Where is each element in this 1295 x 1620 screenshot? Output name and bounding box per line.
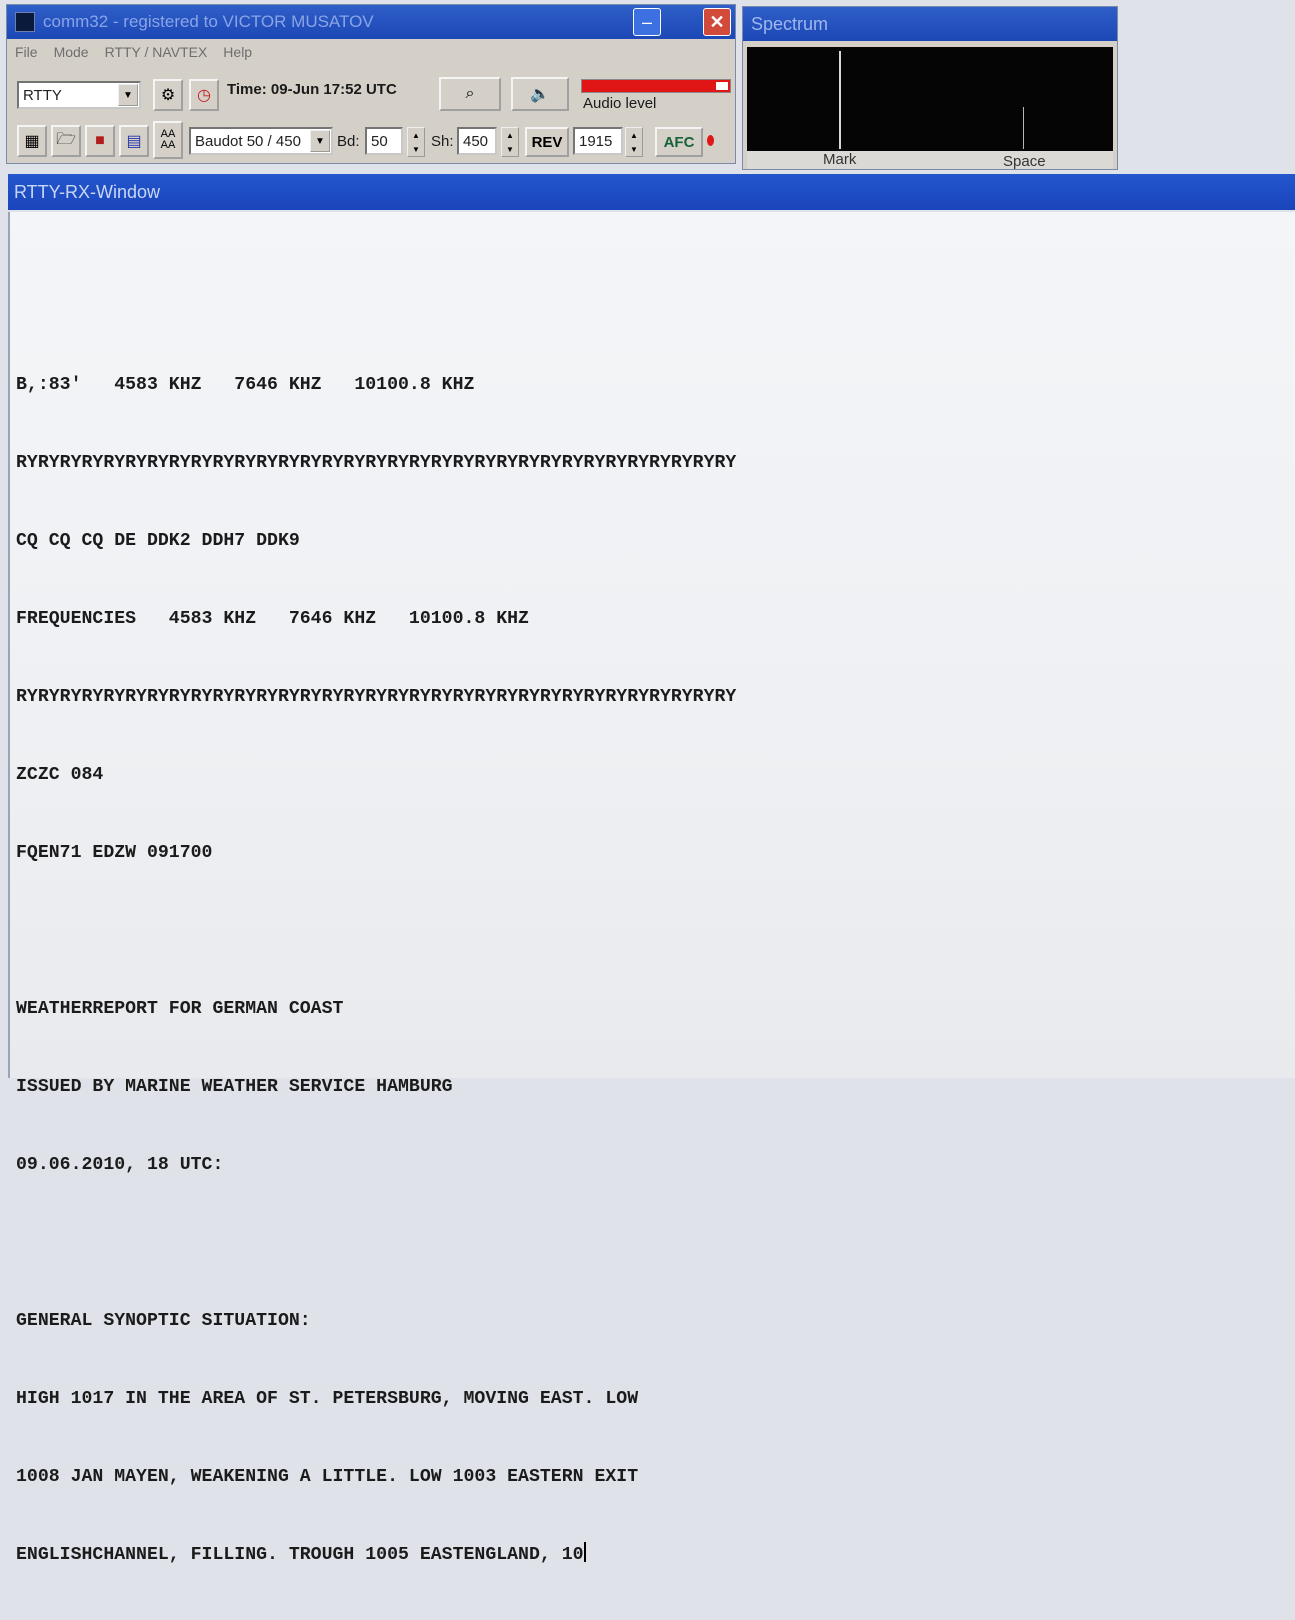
chevron-down-icon: ▼ (310, 130, 330, 152)
rx-window-title[interactable]: RTTY-RX-Window (8, 174, 1295, 210)
frequency-input[interactable]: 1915 (573, 127, 623, 155)
menu-rtty-navtex[interactable]: RTTY / NAVTEX (105, 44, 208, 60)
sh-input[interactable]: 450 (457, 127, 497, 155)
space-label: Space (1003, 153, 1046, 170)
frequency-spinner[interactable]: ▲ ▼ (625, 127, 643, 157)
minimize-button[interactable]: – (633, 8, 661, 36)
rx-text: B,:83' 4583 KHZ 7646 KHZ 10100.8 KHZ RYR… (16, 242, 736, 1620)
main-window-title: comm32 - registered to VICTOR MUSATOV (43, 12, 374, 31)
up-arrow-icon: ▲ (412, 130, 420, 140)
menu-help[interactable]: Help (223, 44, 252, 60)
sh-value: 450 (463, 132, 489, 150)
time-label: Time: 09-Jun 17:52 UTC (227, 81, 397, 98)
audio-level-label: Audio level (583, 95, 657, 112)
rx-line: GENERAL SYNOPTIC SITUATION: (16, 1311, 311, 1331)
up-arrow-icon: ▲ (506, 130, 514, 140)
main-titlebar[interactable]: comm32 - registered to VICTOR MUSATOV – … (7, 5, 735, 39)
grid-icon: ▦ (24, 133, 40, 150)
rx-line: HIGH 1017 IN THE AREA OF ST. PETERSBURG,… (16, 1389, 639, 1409)
speaker-icon: 🔈 (530, 86, 550, 103)
text-cursor (583, 1542, 586, 1562)
rx-line-last: ENGLISHCHANNEL, FILLING. TROUGH 1005 EAS… (16, 1542, 736, 1568)
rx-line (16, 1230, 736, 1256)
text-size-icon: AA AA (160, 128, 176, 151)
tuning-button[interactable]: ⌕ (439, 77, 501, 111)
spectrum-display (747, 47, 1113, 151)
mode-select[interactable]: RTTY ▼ (17, 81, 141, 109)
spectrum-axis: Mark Space (747, 151, 1113, 170)
save-icon: ■ (95, 132, 105, 149)
tuning-icon: ⌕ (465, 85, 475, 102)
rx-line: RYRYRYRYRYRYRYRYRYRYRYRYRYRYRYRYRYRYRYRY… (16, 453, 737, 473)
app-icon (15, 12, 35, 32)
mode-select-value: RTTY (23, 86, 62, 104)
audio-level-meter: Audio level (579, 75, 733, 115)
afc-indicator-icon (707, 135, 714, 146)
toolbar-row-2: ▦ 🗁 ■ ▤ AA AA Baudot 50 / 450 ▼ Bd: 50 ▲ ▼… (13, 121, 731, 161)
bd-value: 50 (371, 132, 388, 150)
menu-file[interactable]: File (15, 44, 38, 60)
chevron-down-icon: ▼ (118, 84, 138, 106)
clock-button[interactable]: ◷ (189, 79, 219, 111)
settings-button[interactable]: ⚙ (153, 79, 183, 111)
rx-line: FREQUENCIES 4583 KHZ 7646 KHZ 10100.8 KH… (16, 609, 529, 629)
frequency-value: 1915 (579, 132, 613, 150)
menu-bar: File Mode RTTY / NAVTEX Help (7, 39, 735, 65)
main-window: comm32 - registered to VICTOR MUSATOV – … (6, 4, 736, 164)
baud-select[interactable]: Baudot 50 / 450 ▼ (189, 127, 333, 155)
rx-line: WEATHERREPORT FOR GERMAN COAST (16, 999, 344, 1019)
save-button[interactable]: ■ (85, 125, 115, 157)
rx-line: 09.06.2010, 18 UTC: (16, 1155, 224, 1175)
afc-button[interactable]: AFC (655, 127, 703, 157)
bd-spinner[interactable]: ▲ ▼ (407, 127, 425, 157)
sh-spinner[interactable]: ▲ ▼ (501, 127, 519, 157)
menu-mode[interactable]: Mode (54, 44, 89, 60)
close-button[interactable]: ✕ (703, 8, 731, 36)
up-arrow-icon: ▲ (630, 130, 638, 140)
rx-line: ZCZC 084 (16, 765, 104, 785)
bd-label: Bd: (337, 133, 360, 150)
rx-line: FQEN71 EDZW 091700 (16, 843, 213, 863)
sh-label: Sh: (431, 133, 454, 150)
down-arrow-icon: ▼ (630, 144, 638, 154)
rx-line: CQ CQ CQ DE DDK2 DDH7 DDK9 (16, 531, 300, 551)
rev-button[interactable]: REV (525, 127, 569, 157)
rx-line: RYRYRYRYRYRYRYRYRYRYRYRYRYRYRYRYRYRYRYRY… (16, 687, 737, 707)
grid-button[interactable]: ▦ (17, 125, 47, 157)
mark-label: Mark (823, 151, 857, 168)
down-arrow-icon: ▼ (412, 144, 420, 154)
baud-select-value: Baudot 50 / 450 (195, 132, 301, 150)
rx-line (16, 294, 736, 320)
space-peak (1023, 107, 1024, 149)
rx-line: 1008 JAN MAYEN, WEAKENING A LITTLE. LOW … (16, 1467, 639, 1487)
rx-line (16, 918, 736, 944)
mark-peak (839, 51, 841, 149)
spectrum-title[interactable]: Spectrum (743, 7, 1117, 41)
audio-level-bar (581, 79, 731, 93)
rx-line: B,:83' 4583 KHZ 7646 KHZ 10100.8 KHZ (16, 375, 475, 395)
clock-icon: ◷ (197, 87, 211, 104)
rx-text-area[interactable]: B,:83' 4583 KHZ 7646 KHZ 10100.8 KHZ RYR… (8, 212, 1295, 1565)
folder-icon: 🗁 (56, 130, 76, 148)
chart-icon: ▤ (126, 133, 142, 150)
text-size-button[interactable]: AA AA (153, 121, 183, 159)
spectrum-window: Spectrum Mark Space (742, 6, 1118, 170)
rx-line-text: ENGLISHCHANNEL, FILLING. TROUGH 1005 EAS… (16, 1545, 584, 1565)
toolbar-row-1: RTTY ▼ ⚙ ◷ Time: 09-Jun 17:52 UTC ⌕ 🔈 Au… (13, 75, 731, 117)
bd-input[interactable]: 50 (365, 127, 403, 155)
down-arrow-icon: ▼ (506, 144, 514, 154)
chart-button[interactable]: ▤ (119, 125, 149, 157)
settings-icon: ⚙ (160, 87, 176, 104)
speaker-button[interactable]: 🔈 (511, 77, 569, 111)
open-button[interactable]: 🗁 (51, 125, 81, 157)
